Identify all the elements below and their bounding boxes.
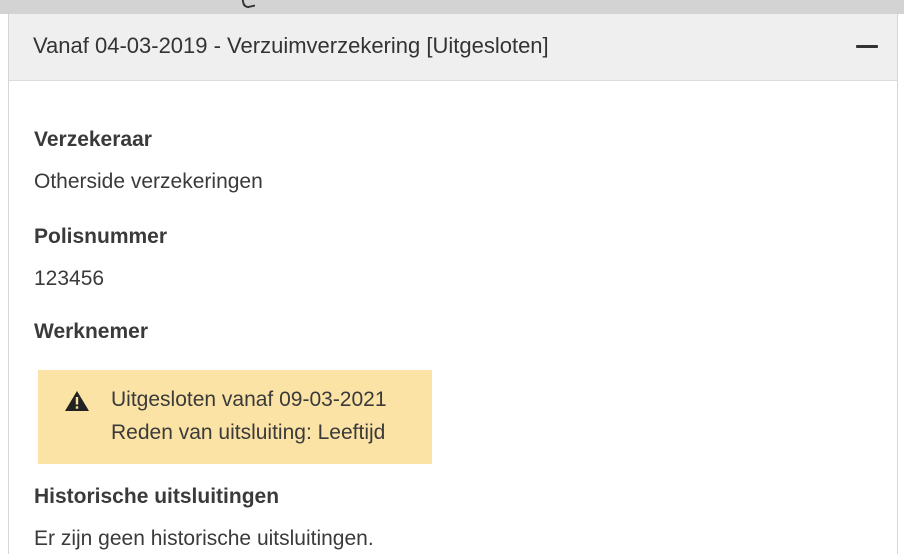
exclusion-warning: Uitgesloten vanaf 09-03-2021 Reden van u… — [38, 370, 432, 464]
warning-triangle-icon — [65, 391, 89, 411]
cursor-hint-icon — [240, 0, 256, 10]
panel-title: Vanaf 04-03-2019 - Verzuimverzekering [U… — [33, 33, 549, 58]
exclusion-date-text: Uitgesloten vanaf 09-03-2021 — [111, 388, 387, 411]
employee-label: Werknemer — [34, 320, 149, 343]
exclusion-reason-text: Reden van uitsluiting: Leeftijd — [111, 421, 386, 444]
policy-number-label: Polisnummer — [34, 225, 168, 248]
insurance-panel: Vanaf 04-03-2019 - Verzuimverzekering [U… — [8, 14, 898, 554]
historical-exclusions-value: Er zijn geen historische uitsluitingen. — [34, 527, 374, 550]
insurer-label: Verzekeraar — [34, 128, 152, 151]
policy-number-value: 123456 — [34, 267, 105, 290]
minus-icon — [856, 45, 878, 48]
top-strip — [0, 0, 904, 14]
panel-header[interactable]: Vanaf 04-03-2019 - Verzuimverzekering [U… — [9, 14, 897, 81]
collapse-button[interactable] — [853, 34, 881, 58]
historical-exclusions-label: Historische uitsluitingen — [34, 485, 280, 508]
insurer-value: Otherside verzekeringen — [34, 170, 263, 193]
